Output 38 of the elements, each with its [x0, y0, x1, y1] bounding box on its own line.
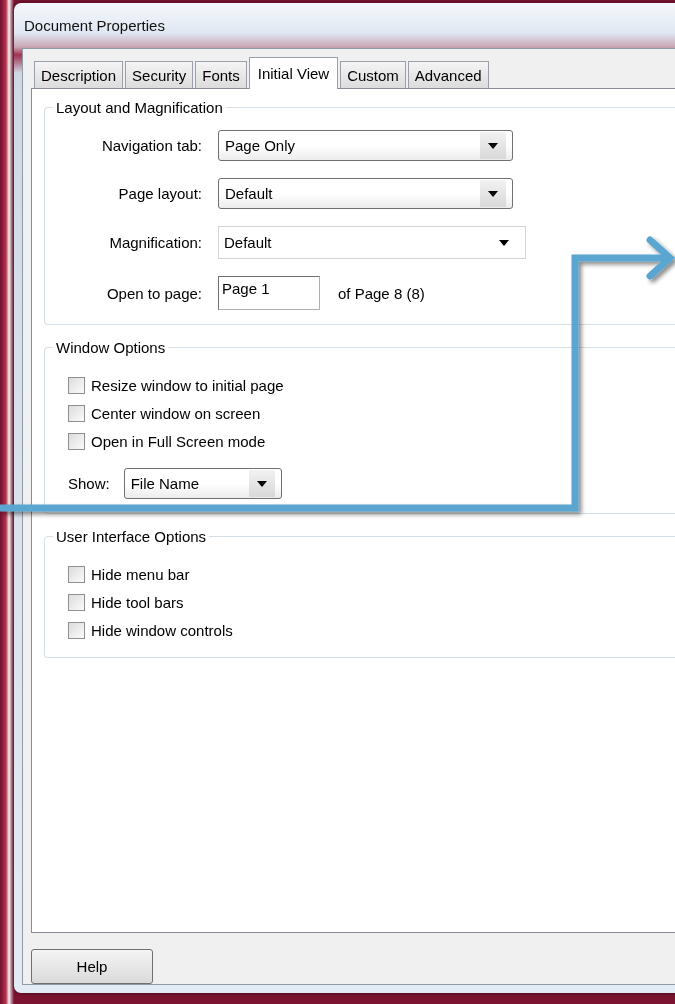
tab[interactable]: Security: [125, 61, 194, 88]
window-title: Document Properties: [23, 16, 166, 36]
field-label: Open to page:: [105, 284, 202, 302]
tab[interactable]: Fonts: [195, 61, 247, 88]
field-label: Show:: [68, 475, 110, 492]
page-count: of Page 8 (8): [338, 284, 425, 302]
tab[interactable]: Advanced: [407, 61, 489, 88]
dropdown-arrow-icon: [256, 480, 267, 487]
combo-box[interactable]: Default: [218, 226, 526, 259]
field-label: Magnification:: [108, 234, 202, 251]
checkbox-label: Hide tool bars: [91, 594, 184, 611]
dropdown[interactable]: Page Only: [218, 130, 513, 161]
group-title: Window Options: [55, 339, 167, 356]
checkbox[interactable]: [68, 433, 85, 450]
help-button[interactable]: Help: [31, 949, 153, 984]
checkbox[interactable]: [68, 377, 85, 394]
group-title: Layout and Magnification: [55, 99, 224, 116]
checkbox-label: Open in Full Screen mode: [91, 433, 266, 450]
checkbox-label: Center window on screen: [91, 405, 261, 422]
dropdown-arrow-icon: [488, 190, 498, 197]
input-field[interactable]: Page 1: [218, 276, 320, 310]
checkbox[interactable]: [68, 566, 85, 583]
field-label: Navigation tab:: [100, 137, 202, 154]
checkbox-label: Resize window to initial page: [91, 377, 284, 394]
dropdown-arrow-icon: [488, 142, 498, 149]
checkbox[interactable]: [68, 622, 85, 639]
checkbox-label: Hide window controls: [91, 622, 233, 639]
group-title: User Interface Options: [55, 528, 208, 545]
checkbox[interactable]: [68, 594, 85, 611]
tab[interactable]: Description: [34, 61, 124, 88]
tab[interactable]: Initial View: [248, 57, 339, 89]
checkbox-label: Hide menu bar: [91, 566, 190, 583]
dropdown[interactable]: File Name: [123, 468, 282, 499]
dropdown[interactable]: Default: [218, 178, 513, 209]
dropdown-arrow-icon: [499, 239, 509, 246]
tab[interactable]: Custom: [340, 61, 406, 88]
field-label: Page layout:: [117, 185, 202, 202]
checkbox[interactable]: [68, 405, 85, 422]
